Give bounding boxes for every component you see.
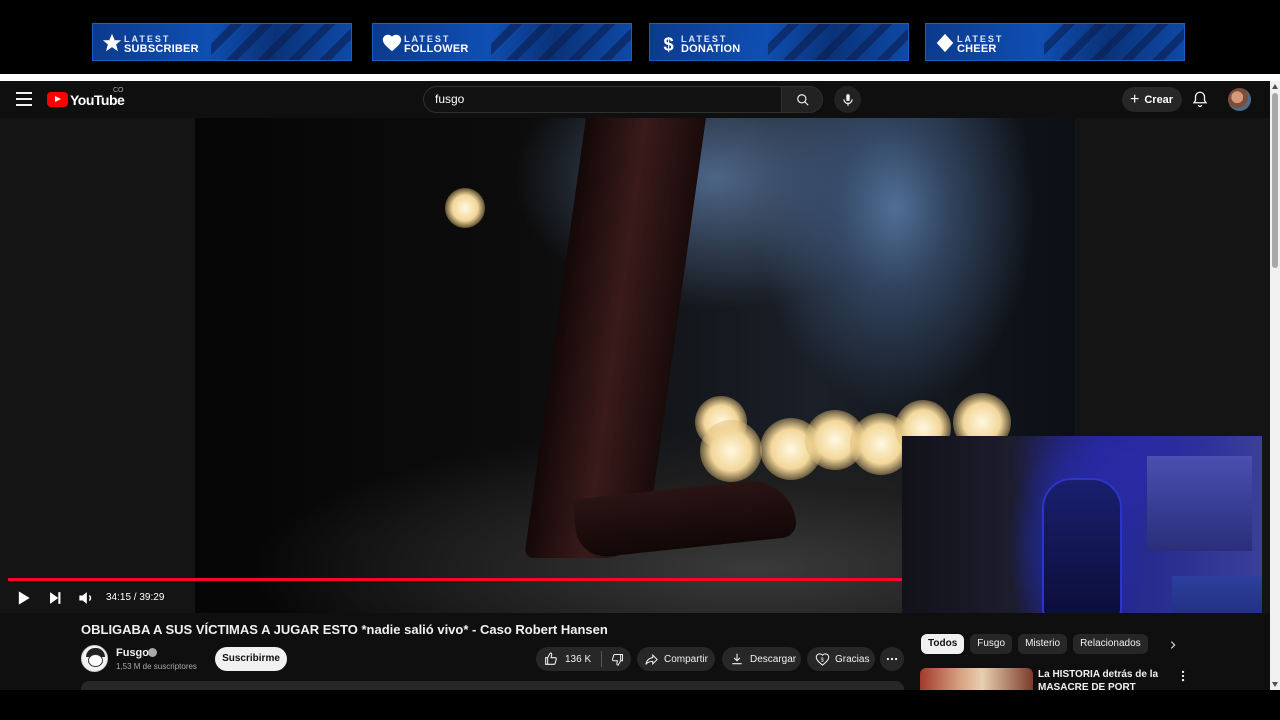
thumbs-down-icon[interactable] <box>610 652 625 667</box>
chip-fusgo[interactable]: Fusgo <box>970 634 1013 654</box>
volume-icon[interactable] <box>76 588 96 608</box>
country-code: CO <box>113 87 124 94</box>
share-button[interactable]: Compartir <box>637 647 715 671</box>
bottom-border <box>0 690 1280 720</box>
voice-search-button[interactable] <box>834 86 861 113</box>
search-bar: fusgo <box>423 86 823 113</box>
subscriber-count: 1,53 M de suscriptores <box>116 662 197 671</box>
chip-todos[interactable]: Todos <box>921 634 965 654</box>
play-icon[interactable] <box>13 588 33 608</box>
search-button[interactable] <box>781 86 823 113</box>
recommended-title[interactable]: La HISTORIA detrás de la MASACRE DE PORT… <box>1038 668 1168 690</box>
latest-follower-banner: LATEST FOLLOWER <box>372 23 632 61</box>
super-thanks-icon: $ <box>815 652 830 666</box>
microphone-icon <box>842 93 853 106</box>
recommended-thumbnail[interactable] <box>920 668 1033 690</box>
youtube-logo[interactable]: YouTube CO <box>47 87 125 108</box>
divider <box>0 74 1280 81</box>
create-button[interactable]: + Crear <box>1122 87 1182 112</box>
video-info: OBLIGABA A SUS VÍCTIMAS A JUGAR ESTO *na… <box>0 613 1270 690</box>
heart-icon <box>382 34 402 52</box>
banner-bottom-label: SUBSCRIBER <box>124 43 199 55</box>
more-vertical-icon[interactable] <box>1178 669 1188 683</box>
search-icon <box>797 94 809 106</box>
stream-overlay: LATEST SUBSCRIBER LATEST FOLLOWER $ LATE… <box>0 0 1280 74</box>
youtube-header: YouTube CO fusgo + Crear <box>0 81 1270 118</box>
download-icon <box>732 653 742 665</box>
user-avatar[interactable] <box>1228 88 1251 111</box>
time-display: 34:15 / 39:29 <box>106 592 165 603</box>
svg-text:$: $ <box>664 33 674 54</box>
share-icon <box>645 653 658 665</box>
thumbs-up-icon[interactable] <box>543 651 559 667</box>
search-input[interactable]: fusgo <box>423 86 781 113</box>
scroll-up-arrow-icon[interactable] <box>1272 84 1278 89</box>
diamond-icon <box>936 33 954 53</box>
latest-donation-banner: $ LATEST DONATION <box>649 23 909 61</box>
like-dislike-group: 136 K <box>536 647 631 671</box>
scrollbar-thumb[interactable] <box>1272 93 1278 268</box>
star-icon <box>102 33 122 52</box>
more-actions-button[interactable] <box>880 647 904 671</box>
menu-icon[interactable] <box>16 92 32 106</box>
more-horizontal-icon <box>886 657 898 661</box>
notifications-bell-icon[interactable] <box>1191 90 1209 108</box>
channel-avatar[interactable] <box>81 645 108 672</box>
chip-misterio[interactable]: Misterio <box>1018 634 1068 654</box>
youtube-play-icon <box>47 92 68 107</box>
svg-text:$: $ <box>821 657 825 663</box>
create-label: Crear <box>1144 93 1174 106</box>
latest-subscriber-banner: LATEST SUBSCRIBER <box>92 23 352 61</box>
download-button[interactable]: Descargar <box>722 647 801 671</box>
webcam-overlay <box>902 436 1262 639</box>
like-count[interactable]: 136 K <box>565 654 591 665</box>
chevron-right-icon[interactable] <box>1168 640 1178 650</box>
next-icon[interactable] <box>45 588 65 608</box>
dollar-icon: $ <box>664 33 674 54</box>
latest-cheer-banner: LATEST CHEER <box>925 23 1185 61</box>
filter-chips: Todos Fusgo Misterio Relacionados <box>921 634 1154 656</box>
share-label: Compartir <box>664 653 708 665</box>
screen: LATEST SUBSCRIBER LATEST FOLLOWER $ LATE… <box>0 0 1280 720</box>
banner-bottom-label: FOLLOWER <box>404 43 469 55</box>
scroll-down-arrow-icon[interactable] <box>1272 682 1278 687</box>
video-title: OBLIGABA A SUS VÍCTIMAS A JUGAR ESTO *na… <box>81 622 608 637</box>
thanks-label: Gracias <box>835 653 870 665</box>
download-label: Descargar <box>750 653 797 665</box>
gaming-chair <box>1042 478 1122 618</box>
verified-badge-icon <box>148 648 157 657</box>
plus-icon: + <box>1130 90 1140 108</box>
channel-name[interactable]: Fusgo <box>116 647 149 659</box>
thanks-button[interactable]: $ Gracias <box>807 647 875 671</box>
subscribe-button[interactable]: Suscribirme <box>215 647 287 671</box>
description-box[interactable] <box>81 681 904 690</box>
banner-bottom-label: CHEER <box>957 43 997 55</box>
chip-relacionados[interactable]: Relacionados <box>1073 634 1148 654</box>
page-scrollbar[interactable] <box>1270 81 1280 690</box>
banner-bottom-label: DONATION <box>681 43 741 55</box>
